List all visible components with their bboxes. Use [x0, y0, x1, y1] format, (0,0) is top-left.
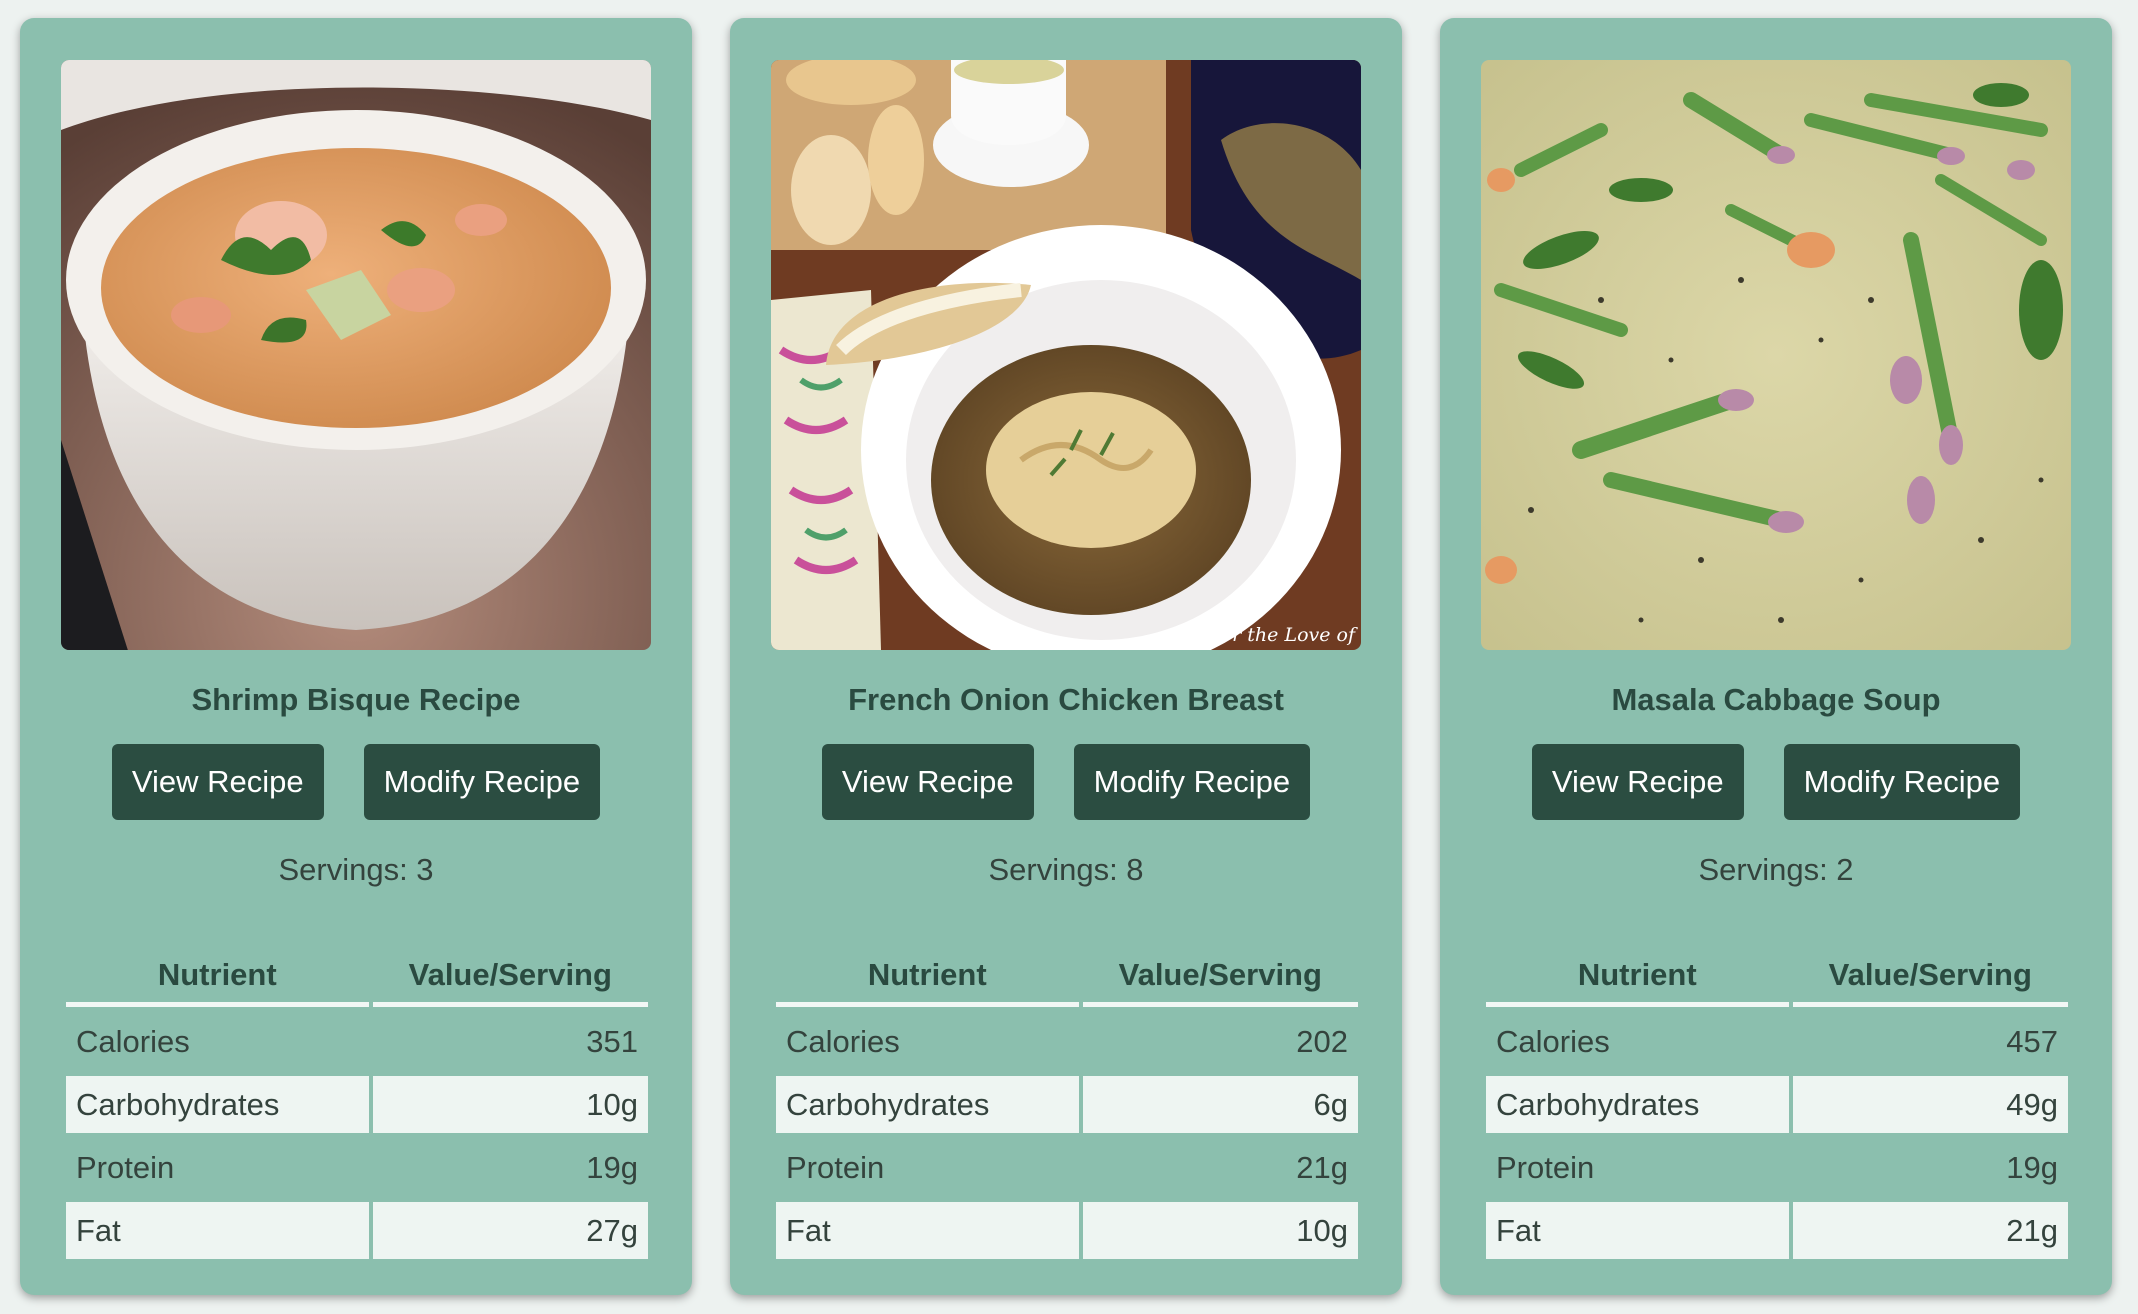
nutrient-value: 21g: [1296, 1149, 1348, 1185]
servings-label: Servings: 3: [278, 852, 434, 887]
nutrition-table: Nutrient Value/Serving Calories 457 Carb…: [1482, 948, 2072, 1262]
table-row: Protein 21g: [776, 1136, 1358, 1199]
table-row: Calories 457: [1486, 1007, 2068, 1073]
table-row: Fat 21g: [1486, 1199, 2068, 1262]
recipe-card: Shrimp Bisque Recipe View Recipe Modify …: [20, 18, 692, 1295]
nutrient-value: 202: [1296, 1023, 1348, 1059]
photo-caption: For the Love of: [1208, 624, 1355, 646]
nutrient-value: 19g: [586, 1149, 638, 1185]
view-recipe-button[interactable]: View Recipe: [111, 744, 324, 820]
table-row: Carbohydrates 6g: [776, 1073, 1358, 1136]
recipe-actions: View Recipe Modify Recipe: [730, 744, 1402, 820]
nutrient-name: Fat: [66, 1199, 369, 1262]
recipe-photo[interactable]: For the Love of: [771, 60, 1361, 650]
table-row: Protein 19g: [1486, 1136, 2068, 1199]
recipe-card: Masala Cabbage Soup View Recipe Modify R…: [1440, 18, 2112, 1295]
recipe-actions: View Recipe Modify Recipe: [1440, 744, 2112, 820]
recipe-photo[interactable]: [61, 60, 651, 650]
table-row: Calories 202: [776, 1007, 1358, 1073]
table-row: Fat 27g: [66, 1199, 648, 1262]
servings-label: Servings: 2: [1698, 852, 1854, 887]
chicken-plate-photo-icon: [771, 60, 1361, 650]
nutrient-value: 10g: [372, 1073, 648, 1136]
nutrient-name: Fat: [1486, 1199, 1789, 1262]
recipe-title: French Onion Chicken Breast: [848, 682, 1284, 717]
modify-recipe-button[interactable]: Modify Recipe: [1073, 744, 1311, 820]
asparagus-soup-photo-icon: [1481, 60, 2071, 650]
nutrient-name: Carbohydrates: [1486, 1073, 1789, 1136]
nutrient-value: 49g: [1792, 1073, 2068, 1136]
nutrient-name: Carbohydrates: [776, 1073, 1079, 1136]
recipe-title: Masala Cabbage Soup: [1611, 682, 1941, 717]
servings-label: Servings: 8: [988, 852, 1144, 887]
nutrient-value: 19g: [2006, 1149, 2058, 1185]
recipe-title: Shrimp Bisque Recipe: [191, 682, 521, 717]
nutrient-name: Carbohydrates: [66, 1073, 369, 1136]
nutrient-name: Protein: [786, 1149, 885, 1185]
recipe-card-grid: Shrimp Bisque Recipe View Recipe Modify …: [20, 18, 2112, 1295]
table-row: Fat 10g: [776, 1199, 1358, 1262]
value-column-header: Value/Serving: [1792, 948, 2068, 1007]
modify-recipe-button[interactable]: Modify Recipe: [1783, 744, 2021, 820]
nutrition-table: Nutrient Value/Serving Calories 351 Carb…: [62, 948, 652, 1262]
nutrition-table: Nutrient Value/Serving Calories 202 Carb…: [772, 948, 1362, 1262]
nutrient-name: Calories: [786, 1023, 900, 1059]
nutrient-value: 10g: [1082, 1199, 1358, 1262]
view-recipe-button[interactable]: View Recipe: [1531, 744, 1744, 820]
modify-recipe-button[interactable]: Modify Recipe: [363, 744, 601, 820]
nutrient-value: 351: [586, 1023, 638, 1059]
nutrient-column-header: Nutrient: [776, 948, 1079, 1007]
value-column-header: Value/Serving: [1082, 948, 1358, 1007]
nutrient-value: 21g: [1792, 1199, 2068, 1262]
recipe-card: For the Love of French Onion Chicken Bre…: [730, 18, 1402, 1295]
recipe-photo[interactable]: [1481, 60, 2071, 650]
table-row: Carbohydrates 49g: [1486, 1073, 2068, 1136]
nutrient-name: Calories: [1496, 1023, 1610, 1059]
table-row: Protein 19g: [66, 1136, 648, 1199]
nutrient-value: 27g: [372, 1199, 648, 1262]
nutrient-name: Protein: [1496, 1149, 1595, 1185]
view-recipe-button[interactable]: View Recipe: [821, 744, 1034, 820]
nutrient-value: 6g: [1082, 1073, 1358, 1136]
nutrient-name: Protein: [76, 1149, 175, 1185]
shrimp-bisque-photo-icon: [61, 60, 651, 650]
nutrient-name: Calories: [76, 1023, 190, 1059]
nutrient-column-header: Nutrient: [66, 948, 369, 1007]
nutrient-name: Fat: [776, 1199, 1079, 1262]
table-row: Calories 351: [66, 1007, 648, 1073]
table-row: Carbohydrates 10g: [66, 1073, 648, 1136]
nutrient-column-header: Nutrient: [1486, 948, 1789, 1007]
value-column-header: Value/Serving: [372, 948, 648, 1007]
nutrient-value: 457: [2006, 1023, 2058, 1059]
recipe-actions: View Recipe Modify Recipe: [20, 744, 692, 820]
